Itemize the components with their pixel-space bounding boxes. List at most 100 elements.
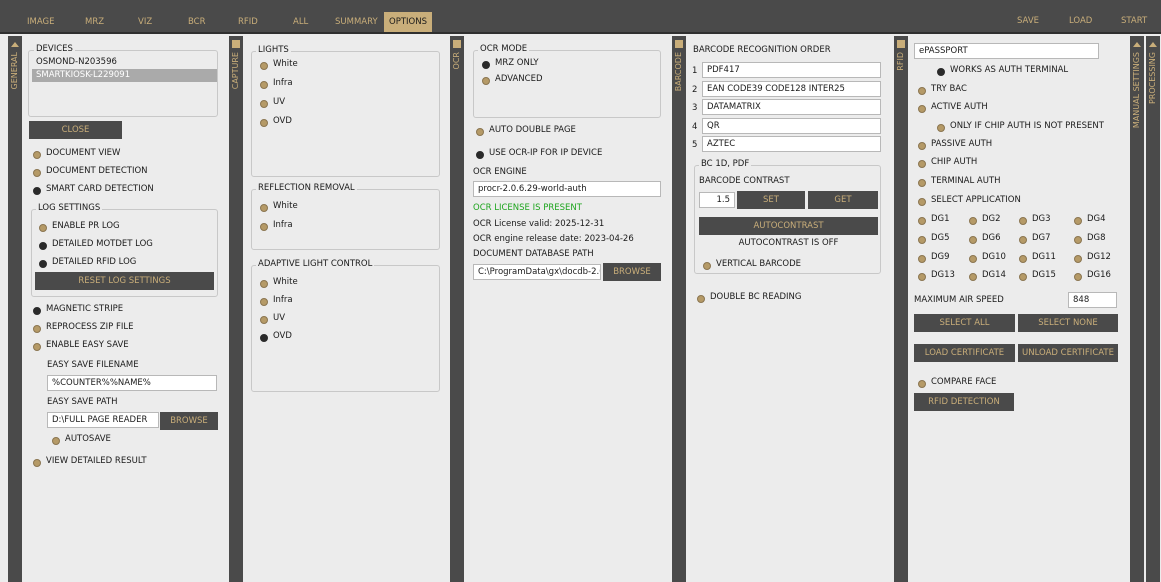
dg-checkbox[interactable]: DG8: [1074, 233, 1106, 244]
order-number: 1: [692, 66, 698, 76]
terminal-auth-radio[interactable]: TERMINAL AUTH: [918, 176, 1001, 187]
compare-face-radio[interactable]: COMPARE FACE: [918, 377, 996, 388]
tab-viz[interactable]: VIZ: [133, 13, 157, 31]
load-certificate-button[interactable]: LOAD CERTIFICATE: [914, 344, 1015, 362]
ocr-engine-input[interactable]: procr-2.0.6.29-world-auth: [473, 181, 661, 197]
easy-save-browse-button[interactable]: BROWSE: [160, 412, 218, 430]
max-air-speed-input[interactable]: 848: [1068, 292, 1117, 308]
reflection-infra-radio[interactable]: Infra: [260, 220, 293, 231]
reflection-white-radio[interactable]: White: [260, 201, 298, 212]
tab-mrz[interactable]: MRZ: [80, 13, 109, 31]
db-browse-button[interactable]: BROWSE: [603, 263, 661, 281]
tab-summary[interactable]: SUMMARY: [330, 13, 383, 31]
select-application-radio[interactable]: SELECT APPLICATION: [918, 195, 1021, 206]
barcode-order-input[interactable]: AZTEC: [702, 136, 881, 152]
magnetic-stripe-radio[interactable]: MAGNETIC STRIPE: [33, 304, 123, 315]
try-bac-radio[interactable]: TRY BAC: [918, 84, 967, 95]
works-as-auth-terminal-radio[interactable]: WORKS AS AUTH TERMINAL: [937, 65, 1068, 76]
load-button[interactable]: LOAD: [1069, 16, 1092, 26]
dg-checkbox[interactable]: DG13: [918, 270, 955, 281]
dg-checkbox[interactable]: DG12: [1074, 252, 1111, 263]
get-contrast-button[interactable]: GET: [808, 191, 878, 209]
easy-save-path-input[interactable]: D:\FULL PAGE READER: [47, 412, 159, 428]
adaptive-white-radio[interactable]: White: [260, 277, 298, 288]
view-detailed-result-radio[interactable]: VIEW DETAILED RESULT: [33, 456, 147, 467]
barcode-order-input[interactable]: QR: [702, 118, 881, 134]
barcode-section-bar[interactable]: BARCODE: [672, 36, 686, 582]
tab-all[interactable]: ALL: [288, 13, 313, 31]
manual-settings-bar[interactable]: MANUAL SETTINGS: [1130, 36, 1144, 582]
lights-title: LIGHTS: [256, 45, 291, 55]
mrz-only-radio[interactable]: MRZ ONLY: [482, 58, 539, 69]
select-all-button[interactable]: SELECT ALL: [914, 314, 1015, 332]
double-bc-reading-radio[interactable]: DOUBLE BC READING: [697, 292, 802, 303]
tab-bcr[interactable]: BCR: [183, 13, 211, 31]
dg-checkbox[interactable]: DG5: [918, 233, 950, 244]
general-section-bar[interactable]: GENERAL: [8, 36, 22, 582]
passive-auth-radio[interactable]: PASSIVE AUTH: [918, 139, 992, 150]
barcode-order-input[interactable]: DATAMATRIX: [702, 99, 881, 115]
reset-log-settings-button[interactable]: RESET LOG SETTINGS: [35, 272, 214, 290]
chip-auth-radio[interactable]: CHIP AUTH: [918, 157, 977, 168]
autosave-radio[interactable]: AUTOSAVE: [52, 434, 111, 445]
select-none-button[interactable]: SELECT NONE: [1018, 314, 1118, 332]
tab-image[interactable]: IMAGE: [22, 13, 59, 31]
smart-card-detection-radio[interactable]: SMART CARD DETECTION: [33, 184, 154, 195]
advanced-radio[interactable]: ADVANCED: [482, 74, 543, 85]
adaptive-uv-radio[interactable]: UV: [260, 313, 285, 324]
document-view-radio[interactable]: DOCUMENT VIEW: [33, 148, 120, 159]
tab-options[interactable]: OPTIONS: [384, 12, 432, 32]
vertical-barcode-radio[interactable]: VERTICAL BARCODE: [703, 259, 801, 270]
device-item[interactable]: OSMOND-N203596: [32, 56, 217, 69]
light-infra-radio[interactable]: Infra: [260, 78, 293, 89]
document-detection-radio[interactable]: DOCUMENT DETECTION: [33, 166, 148, 177]
detailed-rfid-log-radio[interactable]: DETAILED RFID LOG: [39, 257, 136, 268]
active-auth-radio[interactable]: ACTIVE AUTH: [918, 102, 988, 113]
barcode-order-input[interactable]: PDF417: [702, 62, 881, 78]
rfid-section-bar[interactable]: RFID: [894, 36, 908, 582]
use-ocr-ip-radio[interactable]: USE OCR-IP FOR IP DEVICE: [476, 148, 602, 159]
processing-bar[interactable]: PROCESSING: [1146, 36, 1160, 582]
dg-checkbox[interactable]: DG2: [969, 214, 1001, 225]
tab-rfid[interactable]: RFID: [233, 13, 263, 31]
adaptive-ovd-radio[interactable]: OVD: [260, 331, 292, 342]
dg-checkbox[interactable]: DG15: [1019, 270, 1056, 281]
reprocess-zip-radio[interactable]: REPROCESS ZIP FILE: [33, 322, 133, 333]
ocr-section-bar[interactable]: OCR: [450, 36, 464, 582]
document-type-input[interactable]: ePASSPORT: [914, 43, 1099, 59]
light-white-radio[interactable]: White: [260, 59, 298, 70]
easy-save-filename-input[interactable]: %COUNTER%%NAME%: [47, 375, 217, 391]
dg-checkbox[interactable]: DG10: [969, 252, 1006, 263]
dg-checkbox[interactable]: DG14: [969, 270, 1006, 281]
dg-checkbox[interactable]: DG16: [1074, 270, 1111, 281]
dg-checkbox[interactable]: DG7: [1019, 233, 1051, 244]
auto-double-page-radio[interactable]: AUTO DOUBLE PAGE: [476, 125, 576, 136]
dg-checkbox[interactable]: DG9: [918, 252, 950, 263]
capture-section-bar[interactable]: CAPTURE: [229, 36, 243, 582]
close-button[interactable]: CLOSE: [29, 121, 122, 139]
start-button[interactable]: START: [1121, 16, 1147, 26]
detailed-motdet-log-radio[interactable]: DETAILED MOTDET LOG: [39, 239, 153, 250]
enable-easy-save-radio[interactable]: ENABLE EASY SAVE: [33, 340, 129, 351]
enable-pr-log-radio[interactable]: ENABLE PR LOG: [39, 221, 120, 232]
only-if-chip-auth-radio[interactable]: ONLY IF CHIP AUTH IS NOT PRESENT: [937, 121, 1104, 132]
autocontrast-button[interactable]: AUTOCONTRAST: [699, 217, 878, 235]
rfid-detection-button[interactable]: RFID DETECTION: [914, 393, 1014, 411]
device-item-selected[interactable]: SMARTKIOSK-L229091: [32, 69, 217, 82]
light-uv-radio[interactable]: UV: [260, 97, 285, 108]
adaptive-infra-radio[interactable]: Infra: [260, 295, 293, 306]
unload-certificate-button[interactable]: UNLOAD CERTIFICATE: [1018, 344, 1118, 362]
save-button[interactable]: SAVE: [1017, 16, 1039, 26]
dg-checkbox[interactable]: DG3: [1019, 214, 1051, 225]
dg-checkbox[interactable]: DG11: [1019, 252, 1056, 263]
barcode-contrast-input[interactable]: 1.5: [699, 192, 735, 208]
dg-checkbox[interactable]: DG1: [918, 214, 950, 225]
dg-checkbox[interactable]: DG6: [969, 233, 1001, 244]
barcode-order-input[interactable]: EAN CODE39 CODE128 INTER25: [702, 81, 881, 97]
light-ovd-radio[interactable]: OVD: [260, 116, 292, 127]
dg-checkbox[interactable]: DG4: [1074, 214, 1106, 225]
barcode-section-label: BARCODE: [674, 52, 683, 92]
ocr-engine-label: OCR ENGINE: [473, 167, 527, 177]
set-contrast-button[interactable]: SET: [737, 191, 805, 209]
document-db-path-input[interactable]: C:\ProgramData\gx\docdb-2.0: [473, 264, 601, 280]
